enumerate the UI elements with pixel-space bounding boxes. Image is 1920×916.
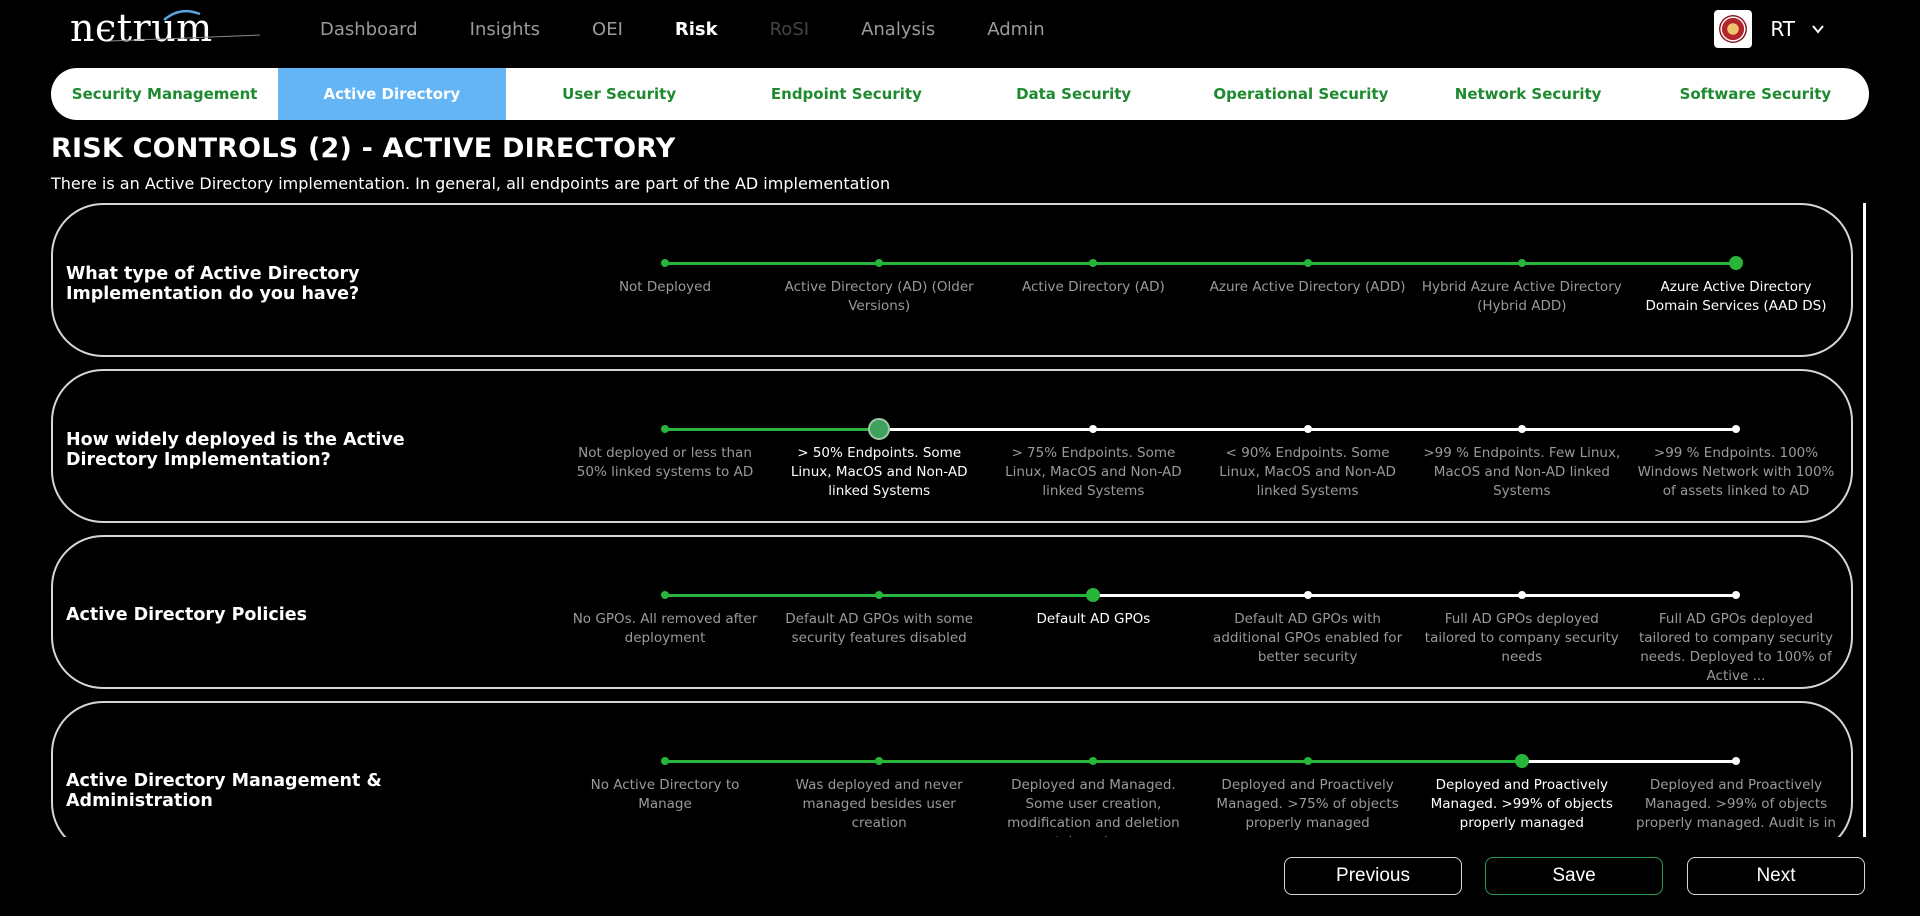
top-bar: nєtrum Dashboard Insights OEI Risk RoSI Analy… bbox=[0, 0, 1920, 60]
netrum-logo[interactable]: nєtrum bbox=[70, 6, 260, 50]
slider-step-dot[interactable] bbox=[1517, 591, 1526, 599]
question-card: Active Directory Policies No GPOs. All re… bbox=[51, 535, 1853, 689]
next-button[interactable]: Next bbox=[1687, 857, 1865, 895]
main-nav: Dashboard Insights OEI Risk RoSI Analysis Admi… bbox=[320, 0, 1097, 58]
option-label[interactable]: < 90% Endpoints. Some Linux, MacOS and N… bbox=[1207, 444, 1409, 501]
option-label[interactable]: Default AD GPOs with additional GPOs ena… bbox=[1207, 610, 1409, 667]
nav-item-analysis[interactable]: Analysis bbox=[861, 19, 935, 40]
scrollbar[interactable] bbox=[1863, 203, 1866, 837]
slider-thumb[interactable] bbox=[1514, 754, 1529, 768]
user-initials: RT bbox=[1770, 17, 1795, 41]
slider-fill bbox=[665, 428, 880, 431]
slider-step-dot[interactable] bbox=[1303, 425, 1312, 433]
option-label[interactable]: Azure Active Directory Domain Services (… bbox=[1635, 278, 1837, 316]
slider-thumb[interactable] bbox=[868, 418, 891, 440]
question-label: Active Directory Policies bbox=[66, 605, 308, 625]
slider-step-dot[interactable] bbox=[875, 591, 884, 599]
slider-step-dot[interactable] bbox=[1303, 757, 1312, 765]
option-label[interactable]: Was deployed and never managed besides u… bbox=[778, 776, 980, 833]
option-label[interactable]: Not Deployed bbox=[564, 278, 766, 297]
tab-network-security[interactable]: Network Security bbox=[1415, 68, 1642, 120]
option-label[interactable]: Active Directory (AD) (Older Versions) bbox=[778, 278, 980, 316]
option-label[interactable]: Not deployed or less than 50% linked sys… bbox=[564, 444, 766, 482]
tab-software-security[interactable]: Software Security bbox=[1642, 68, 1869, 120]
questions-list: What type of Active Directory Implementa… bbox=[51, 203, 1871, 837]
option-label[interactable]: No Active Directory to Manage bbox=[564, 776, 766, 814]
option-label[interactable]: Active Directory (AD) bbox=[992, 278, 1194, 297]
slider-step-dot[interactable] bbox=[1732, 591, 1740, 599]
tab-user-security[interactable]: User Security bbox=[506, 68, 733, 120]
question-card: How widely deployed is the Active Direct… bbox=[51, 369, 1853, 523]
tab-operational-security[interactable]: Operational Security bbox=[1187, 68, 1414, 120]
option-label[interactable]: > 50% Endpoints. Some Linux, MacOS and N… bbox=[778, 444, 980, 501]
page-title: RISK CONTROLS (2) - ACTIVE DIRECTORY bbox=[51, 133, 676, 164]
option-label[interactable]: No GPOs. All removed after deployment bbox=[564, 610, 766, 648]
save-button[interactable]: Save bbox=[1485, 857, 1663, 895]
slider-step-dot[interactable] bbox=[1732, 425, 1740, 433]
option-label[interactable]: Hybrid Azure Active Directory (Hybrid AD… bbox=[1421, 278, 1623, 316]
slider-step-dot[interactable] bbox=[1303, 259, 1312, 267]
avatar[interactable] bbox=[1714, 10, 1753, 48]
chevron-down-icon[interactable] bbox=[1811, 22, 1825, 36]
option-label[interactable]: Full AD GPOs deployed tailored to compan… bbox=[1421, 610, 1623, 667]
option-label[interactable]: > 75% Endpoints. Some Linux, MacOS and N… bbox=[992, 444, 1194, 501]
question-label: Active Directory Management & Administra… bbox=[66, 771, 382, 811]
option-label[interactable]: Default AD GPOs bbox=[992, 610, 1194, 629]
slider-step-dot[interactable] bbox=[661, 259, 669, 267]
nav-item-admin[interactable]: Admin bbox=[987, 19, 1044, 40]
option-label[interactable]: Deployed and Proactively Managed. >99% o… bbox=[1635, 776, 1837, 837]
question-card: What type of Active Directory Implementa… bbox=[51, 203, 1853, 357]
nav-item-rosi: RoSI bbox=[769, 18, 810, 40]
nav-item-insights[interactable]: Insights bbox=[470, 19, 540, 40]
slider-thumb[interactable] bbox=[1729, 256, 1743, 270]
section-tabs: Security Management Active Directory User … bbox=[51, 68, 1869, 120]
option-label[interactable]: Azure Active Directory (ADD) bbox=[1207, 278, 1409, 297]
nav-item-risk[interactable]: Risk bbox=[675, 19, 718, 40]
slider-step-dot[interactable] bbox=[661, 425, 669, 433]
option-label[interactable]: Default AD GPOs with some security featu… bbox=[778, 610, 980, 648]
page-subtitle: There is an Active Directory implementat… bbox=[51, 174, 891, 193]
org-seal-icon bbox=[1719, 15, 1748, 43]
tab-data-security[interactable]: Data Security bbox=[960, 68, 1187, 120]
slider-step-dot[interactable] bbox=[1732, 757, 1740, 765]
tab-security-management[interactable]: Security Management bbox=[51, 68, 278, 120]
tab-active-directory[interactable]: Active Directory bbox=[278, 68, 506, 120]
slider-step-dot[interactable] bbox=[1517, 259, 1526, 267]
slider-step-dot[interactable] bbox=[1303, 591, 1312, 599]
question-label: How widely deployed is the Active Direct… bbox=[66, 430, 405, 470]
option-label[interactable]: >99 % Endpoints. Few Linux, MacOS and No… bbox=[1421, 444, 1623, 501]
slider-step-dot[interactable] bbox=[1517, 425, 1526, 433]
option-label[interactable]: Deployed and Proactively Managed. >75% o… bbox=[1207, 776, 1409, 833]
nav-item-dashboard[interactable]: Dashboard bbox=[320, 19, 418, 40]
logo-underline-icon bbox=[110, 34, 260, 42]
option-label[interactable]: Deployed and Managed. Some user creation… bbox=[992, 776, 1194, 837]
tab-endpoint-security[interactable]: Endpoint Security bbox=[733, 68, 960, 120]
logo-swoosh-icon bbox=[163, 9, 201, 21]
slider-step-dot[interactable] bbox=[1089, 259, 1098, 267]
option-label[interactable]: Deployed and Proactively Managed. >99% o… bbox=[1421, 776, 1623, 833]
slider-step-dot[interactable] bbox=[875, 757, 884, 765]
slider-fill bbox=[665, 262, 1736, 265]
slider-step-dot[interactable] bbox=[875, 259, 884, 267]
option-label[interactable]: Full AD GPOs deployed tailored to compan… bbox=[1635, 610, 1837, 686]
user-menu[interactable]: RT bbox=[1714, 10, 1825, 48]
nav-item-oei[interactable]: OEI bbox=[592, 19, 623, 40]
slider-step-dot[interactable] bbox=[1089, 425, 1098, 433]
previous-button[interactable]: Previous bbox=[1284, 857, 1462, 895]
slider-step-dot[interactable] bbox=[1089, 757, 1098, 765]
slider-step-dot[interactable] bbox=[661, 591, 669, 599]
option-label[interactable]: >99 % Endpoints. 100% Windows Network wi… bbox=[1635, 444, 1837, 501]
question-label: What type of Active Directory Implementa… bbox=[66, 264, 360, 304]
slider-thumb[interactable] bbox=[1086, 588, 1101, 602]
question-card: Active Directory Management & Administra… bbox=[51, 701, 1853, 837]
slider-step-dot[interactable] bbox=[661, 757, 669, 765]
